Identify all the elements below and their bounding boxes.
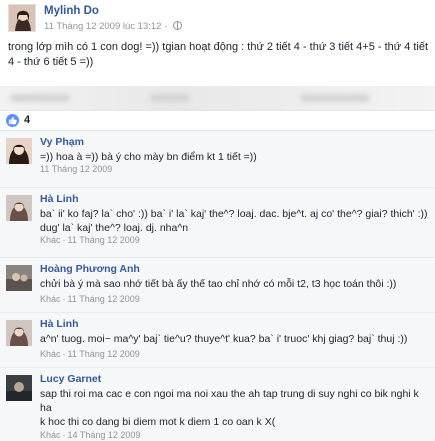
- avatar-photo-icon: [6, 265, 32, 291]
- post-meta: 11 Tháng 12 2009 lúc 13:12 ·: [44, 21, 182, 32]
- commenter-avatar[interactable]: [6, 265, 32, 291]
- comment-date[interactable]: 11 Tháng 12 2009: [68, 294, 140, 304]
- comment-text: chửi bà ý mà sao nhớ tiết bà ấy thế tao …: [40, 278, 397, 290]
- commenter-avatar[interactable]: [6, 138, 32, 164]
- comment-meta: Khác · 11 Tháng 12 2009: [40, 294, 140, 304]
- comment-text: a^n' tuog. moi~ ma^y' baj` tie^u? thuye^…: [40, 333, 408, 345]
- comment-item: Vy Phạm =)) hoa à =)) bà ý cho mày bn đi…: [0, 131, 435, 176]
- comment-action-more[interactable]: Khác: [40, 349, 61, 359]
- reactions-bar[interactable]: 4: [0, 110, 435, 129]
- comment-text: ba` ii' ko faj? la` cho' :)) ba` i' la` …: [40, 208, 428, 234]
- comment-meta: Khác · 14 Tháng 12 2009: [40, 430, 141, 440]
- commenter-avatar[interactable]: [6, 195, 32, 221]
- thumbs-up-icon: [6, 113, 19, 127]
- avatar-photo-icon: [6, 320, 32, 346]
- post-author-name[interactable]: Mylinh Do: [44, 5, 99, 17]
- comment-meta: Khác · 11 Tháng 12 2009: [40, 349, 140, 359]
- comment-action-more[interactable]: Khác: [40, 430, 61, 440]
- post-header: Mylinh Do 11 Tháng 12 2009 lúc 13:12 ·: [8, 4, 428, 34]
- comment-meta: 11 Tháng 12 2009: [40, 164, 112, 174]
- avatar-photo-icon: [6, 195, 32, 221]
- comment-meta: Khác · 11 Tháng 12 2009: [40, 235, 140, 245]
- commenter-name[interactable]: Hà Linh: [40, 318, 79, 330]
- author-avatar[interactable]: [8, 4, 36, 32]
- commenter-avatar[interactable]: [6, 320, 32, 346]
- comment-date[interactable]: 11 Tháng 12 2009: [68, 349, 140, 359]
- comment-item: Hà Linh a^n' tuog. moi~ ma^y' baj` tie^u…: [0, 312, 435, 364]
- commenter-name[interactable]: Hà Linh: [40, 193, 79, 205]
- redacted-blur-area: [0, 86, 435, 110]
- commenter-name[interactable]: Lucy Garnet: [40, 373, 101, 385]
- comment-item: Hoàng Phương Anh chửi bà ý mà sao nhớ ti…: [0, 257, 435, 309]
- comment-action-more[interactable]: Khác: [40, 294, 61, 304]
- post-timestamp[interactable]: 11 Tháng 12 2009 lúc 13:12 ·: [44, 21, 167, 32]
- comment-action-more[interactable]: Khác: [40, 235, 61, 245]
- avatar-photo-icon: [6, 138, 32, 164]
- comment-date[interactable]: 14 Tháng 12 2009: [68, 430, 141, 440]
- globe-icon: [172, 21, 182, 30]
- commenter-avatar[interactable]: [6, 375, 32, 401]
- commenter-name[interactable]: Hoàng Phương Anh: [40, 263, 140, 275]
- avatar-photo-icon: [9, 5, 35, 31]
- comments-section: Vy Phạm =)) hoa à =)) bà ý cho mày bn đi…: [0, 130, 435, 441]
- comment-item: Hà Linh ba` ii' ko faj? la` cho' :)) ba`…: [0, 187, 435, 250]
- comment-text: =)) hoa à =)) bà ý cho mày bn điểm kt 1 …: [40, 151, 257, 163]
- avatar-photo-icon: [6, 375, 32, 401]
- comment-text: sap thi roi ma cac e con ngoi ma noi xau…: [40, 388, 419, 428]
- comment-date[interactable]: 11 Tháng 12 2009: [68, 235, 140, 245]
- post-text: trong lớp mìh có 1 con dog! =)) tgian ho…: [8, 41, 429, 68]
- comment-item: Lucy Garnet sap thi roi ma cac e con ngo…: [0, 367, 435, 441]
- commenter-name[interactable]: Vy Phạm: [40, 136, 84, 148]
- comment-date[interactable]: 11 Tháng 12 2009: [40, 164, 112, 174]
- reaction-count[interactable]: 4: [24, 114, 30, 126]
